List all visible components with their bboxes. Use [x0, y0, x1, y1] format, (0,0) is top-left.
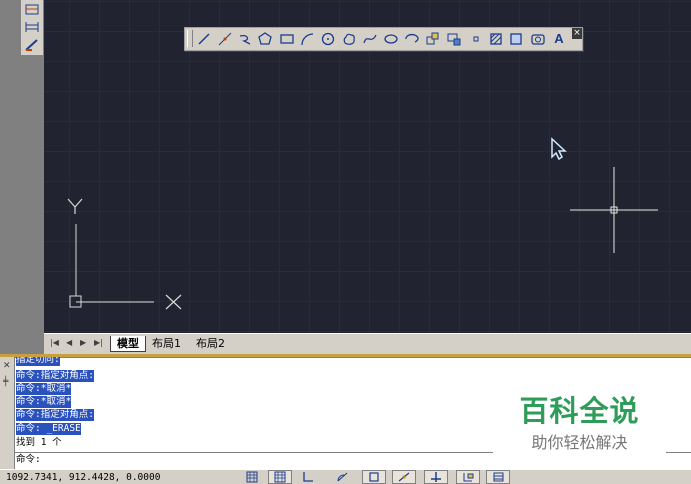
- region-icon[interactable]: [530, 30, 546, 47]
- dynamic-ucs-icon[interactable]: [424, 470, 448, 484]
- pin-icon[interactable]: ╪: [3, 377, 8, 387]
- ortho-mode-icon[interactable]: [296, 470, 320, 484]
- tab-model[interactable]: 模型: [110, 336, 146, 352]
- dimension-toolbar: [21, 0, 44, 55]
- spline-icon[interactable]: [362, 30, 378, 47]
- rectangle-icon[interactable]: [279, 30, 295, 47]
- multiline-text-icon[interactable]: A: [551, 30, 567, 47]
- command-history-line: 命令:指定对角点:: [16, 370, 94, 382]
- insert-block-icon[interactable]: [425, 30, 441, 47]
- watermark-subtitle: 助你轻松解决: [531, 433, 628, 452]
- command-history-line: 命令:*取消*: [16, 383, 72, 395]
- ellipse-arc-icon[interactable]: [404, 30, 420, 47]
- next-tab-icon[interactable]: ▶: [80, 338, 86, 347]
- coordinate-readout: 1092.7341, 912.4428, 0.0000: [6, 472, 161, 483]
- snap-mode-icon[interactable]: [240, 470, 264, 484]
- command-history-line: 命令: _ERASE: [16, 423, 81, 435]
- last-tab-icon[interactable]: ▶|: [94, 338, 103, 347]
- status-bar: 1092.7341, 912.4428, 0.0000: [0, 469, 691, 484]
- dimension-baseline-icon[interactable]: [24, 19, 40, 34]
- draw-toolbar: A ×: [184, 27, 583, 51]
- line-icon[interactable]: [196, 30, 212, 47]
- dimension-icon[interactable]: [24, 2, 40, 17]
- dynamic-input-icon[interactable]: [456, 470, 480, 484]
- leader-icon[interactable]: [24, 37, 40, 52]
- first-tab-icon[interactable]: |◀: [50, 338, 59, 347]
- layout-tab-bar: |◀ ◀ ▶ ▶| 模型 布局1 布局2: [44, 333, 691, 354]
- tab-layout1[interactable]: 布局1: [146, 336, 187, 351]
- close-icon[interactable]: ✕: [3, 361, 11, 371]
- lineweight-icon[interactable]: [486, 470, 510, 484]
- polar-tracking-icon[interactable]: [330, 470, 354, 484]
- grid-display-icon[interactable]: [268, 470, 292, 484]
- object-snap-icon[interactable]: [362, 470, 386, 484]
- object-snap-tracking-icon[interactable]: [392, 470, 416, 484]
- polygon-icon[interactable]: [257, 30, 273, 47]
- tab-layout2[interactable]: 布局2: [190, 336, 231, 351]
- circle-icon[interactable]: [320, 30, 336, 47]
- command-history-line: 找到 1 个: [16, 437, 62, 448]
- arc-icon[interactable]: [299, 30, 315, 47]
- make-block-icon[interactable]: [446, 30, 462, 47]
- toolbar-grip[interactable]: [187, 30, 193, 47]
- hatch-icon[interactable]: [488, 30, 504, 47]
- watermark-logo: 百科全说 助你轻松解决: [493, 374, 666, 459]
- command-history-line: 命令:*取消*: [16, 396, 72, 408]
- gradient-icon[interactable]: [508, 30, 524, 47]
- command-prompt: 命令:: [16, 454, 41, 465]
- polyline-icon[interactable]: [237, 30, 253, 47]
- prev-tab-icon[interactable]: ◀: [66, 338, 72, 347]
- revision-cloud-icon[interactable]: [341, 30, 357, 47]
- ellipse-icon[interactable]: [383, 30, 399, 47]
- construction-line-icon[interactable]: [217, 30, 233, 47]
- point-icon[interactable]: [468, 30, 484, 47]
- watermark-title: 百科全说: [519, 394, 640, 428]
- command-window-handle[interactable]: ✕ ╪: [0, 357, 15, 469]
- toolbar-close-button[interactable]: ×: [572, 28, 582, 39]
- command-history-line: 命令:指定对角点:: [16, 409, 94, 421]
- command-history-line: 指定切向:: [16, 357, 60, 366]
